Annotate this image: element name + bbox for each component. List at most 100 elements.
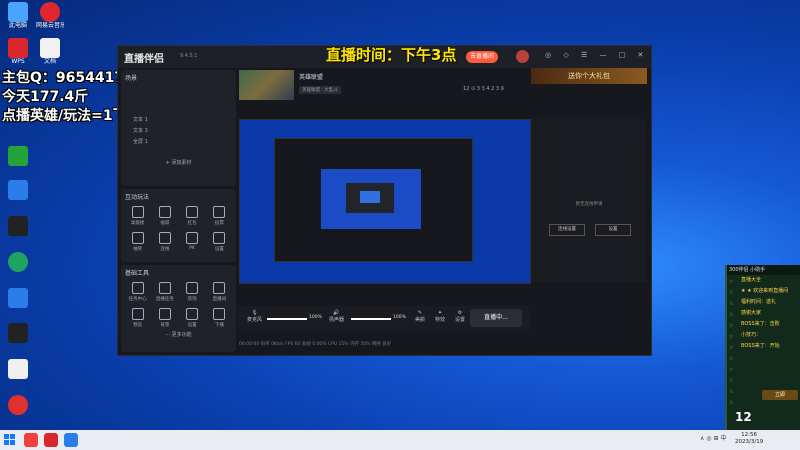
tool-button[interactable]: 高能榜 [124, 206, 151, 226]
tool-icon [131, 206, 144, 218]
app-icon [8, 288, 28, 308]
tool-button[interactable]: 连线 [151, 232, 178, 252]
desktop-icon-9[interactable] [4, 288, 32, 308]
system-tray[interactable]: ∧ ◎ ⊞ 中 [700, 433, 726, 442]
scene-panel-title: 场景 [125, 75, 138, 82]
clock[interactable]: 12:56 2023/3/19 [735, 432, 763, 446]
computer-icon [8, 2, 28, 22]
desktop-icon-5[interactable] [4, 146, 32, 166]
taskbar-app-icon[interactable] [24, 433, 38, 447]
app-icon [8, 180, 28, 200]
chat-header: 300伴侣 小助手 [727, 265, 800, 275]
tool-icon [158, 232, 171, 244]
preview-nested-window [274, 138, 473, 262]
microphone-button[interactable]: 🎙 麦克风 [247, 310, 262, 323]
app-icon [8, 146, 28, 166]
tool-button[interactable]: 抽奖 [124, 232, 151, 252]
tool-button[interactable]: 直播间 [206, 282, 233, 302]
connect-settings-button[interactable]: 连线设置 [549, 224, 585, 236]
mic-volume-slider[interactable] [267, 318, 307, 320]
preview-nested-canvas [360, 191, 380, 203]
tool-button[interactable]: 装饰 [179, 282, 206, 302]
stream-title[interactable]: 英雄联盟 [299, 72, 323, 81]
start-live-button[interactable]: 直播中... [470, 309, 522, 327]
tool-icon [131, 232, 144, 244]
desktop-icon-11[interactable] [4, 359, 32, 379]
tool-icon [213, 308, 226, 320]
status-footer: 00:00:00 码率 0Kb/s FPS 60 丢帧 0.00% CPU 15… [239, 342, 392, 347]
stream-tag[interactable]: 英雄联盟 · 大乱斗 [299, 86, 341, 94]
speaker-button[interactable]: 🔊 扬声器 [329, 310, 344, 323]
tool-icon [158, 206, 171, 218]
desktop-icon-8[interactable] [4, 252, 32, 272]
speaker-volume-slider[interactable] [351, 318, 391, 320]
basic-tools-panel: 基础工具 任务中心 直播任务 装饰 直播间 预览 背景 设置 下播 ··· 更多… [121, 265, 236, 352]
desktop-icon-wps[interactable]: WPS [4, 38, 32, 65]
taskbar-app-icon[interactable] [64, 433, 78, 447]
stream-preview[interactable] [239, 119, 531, 284]
tool-button[interactable]: 背景 [151, 308, 178, 328]
start-button[interactable] [4, 434, 16, 446]
tool-icon [213, 232, 226, 244]
desktop-icon-10[interactable] [4, 323, 32, 343]
go-live-room-button[interactable]: 去直播间 [466, 51, 499, 63]
promo-banner[interactable]: 送你个大礼包 [531, 68, 647, 84]
tool-icon [213, 206, 226, 218]
tool-button[interactable]: 直播任务 [151, 282, 178, 302]
taskbar-app-icon[interactable] [44, 433, 58, 447]
more-tools-button[interactable]: ··· 更多功能 [121, 330, 236, 341]
tool-icon [213, 282, 226, 294]
document-icon [40, 38, 60, 58]
effects-button[interactable]: ✦ 特效 [435, 310, 445, 323]
desktop-icon-7[interactable] [4, 216, 32, 236]
connect-message: 暂无连线申请 [575, 202, 603, 207]
tool-button[interactable]: 设置 [179, 308, 206, 328]
star-icons: ☆ ☆ ☆ ☆ ☆ ☆ ☆ ☆ ☆ ☆ ☆ ☆ [729, 279, 734, 406]
tool-button[interactable]: 任务中心 [124, 282, 151, 302]
desktop-icon-6[interactable] [4, 180, 32, 200]
desktop-icon-12[interactable] [4, 395, 32, 415]
scene-item[interactable]: 文本 3 [121, 126, 236, 137]
live-companion-window: 直播伴侣 9.4.5.1 去直播间 ◎ ◇ ☰ — □ ✕ 场景 文本 1 文本… [117, 45, 652, 356]
tool-icon [186, 232, 199, 244]
tool-button[interactable]: 福袋 [151, 206, 178, 226]
window-controls[interactable]: ◎ ◇ ☰ — □ ✕ [545, 51, 648, 59]
interactive-panel: 互动玩法 高能榜 福袋 红包 投票 抽奖 连线 PK 设置 [121, 189, 236, 262]
settings-button[interactable]: 设置 [595, 224, 631, 236]
tool-button[interactable]: 设置 [206, 232, 233, 252]
beauty-button[interactable]: ✎ 美颜 [415, 310, 425, 323]
desktop-icon-doc[interactable]: 文档 [36, 38, 64, 65]
tool-button[interactable]: 下播 [206, 308, 233, 328]
sidebar: 场景 文本 1 文本 3 全屏 1 + 添加素材 互动玩法 高能榜 福袋 红包 … [118, 68, 238, 355]
tool-button[interactable]: 红包 [179, 206, 206, 226]
music-icon [40, 2, 60, 22]
tool-button[interactable]: PK [179, 232, 206, 252]
preview-nested-window [346, 183, 394, 213]
basic-title: 基础工具 [125, 270, 150, 277]
scene-item[interactable]: 全屏 1 [121, 137, 236, 148]
app-icon [8, 252, 28, 272]
tool-icon [186, 282, 199, 294]
avatar[interactable] [516, 50, 529, 63]
scene-item[interactable]: 文本 1 [121, 115, 236, 126]
connect-panel: 暂无连线申请 连线设置 设置 [531, 119, 647, 282]
app-icon [8, 359, 28, 379]
tool-icon [186, 308, 199, 320]
stream-cover[interactable] [239, 70, 294, 100]
chat-action-button[interactable]: 立即 [762, 390, 798, 400]
mic-volume-value: 100% [309, 315, 322, 320]
tool-button[interactable]: 预览 [124, 308, 151, 328]
settings-gear-button[interactable]: ⚙ 设置 [455, 310, 465, 323]
app-version: 9.4.5.1 [180, 53, 198, 59]
add-source-button[interactable]: + 添加素材 [121, 158, 236, 169]
app-icon [8, 323, 28, 343]
desktop-icon-netease[interactable]: 网易云音乐 [36, 2, 64, 29]
tool-icon [158, 308, 171, 320]
desktop: 此电脑 网易云音乐 WPS 文档 主包Q：965441769 今天177.4斤 … [0, 0, 800, 430]
interactive-title: 互动玩法 [125, 194, 150, 201]
tool-button[interactable]: 投票 [206, 206, 233, 226]
wps-icon [8, 38, 28, 58]
app-title: 直播伴侣 [124, 54, 164, 65]
chat-widget[interactable]: 300伴侣 小助手 ☆ ☆ ☆ ☆ ☆ ☆ ☆ ☆ ☆ ☆ ☆ ☆ 直播大全 ★ ★ 欢迎来到直播间 … [725, 265, 800, 430]
desktop-icon-this-pc[interactable]: 此电脑 [4, 2, 32, 29]
